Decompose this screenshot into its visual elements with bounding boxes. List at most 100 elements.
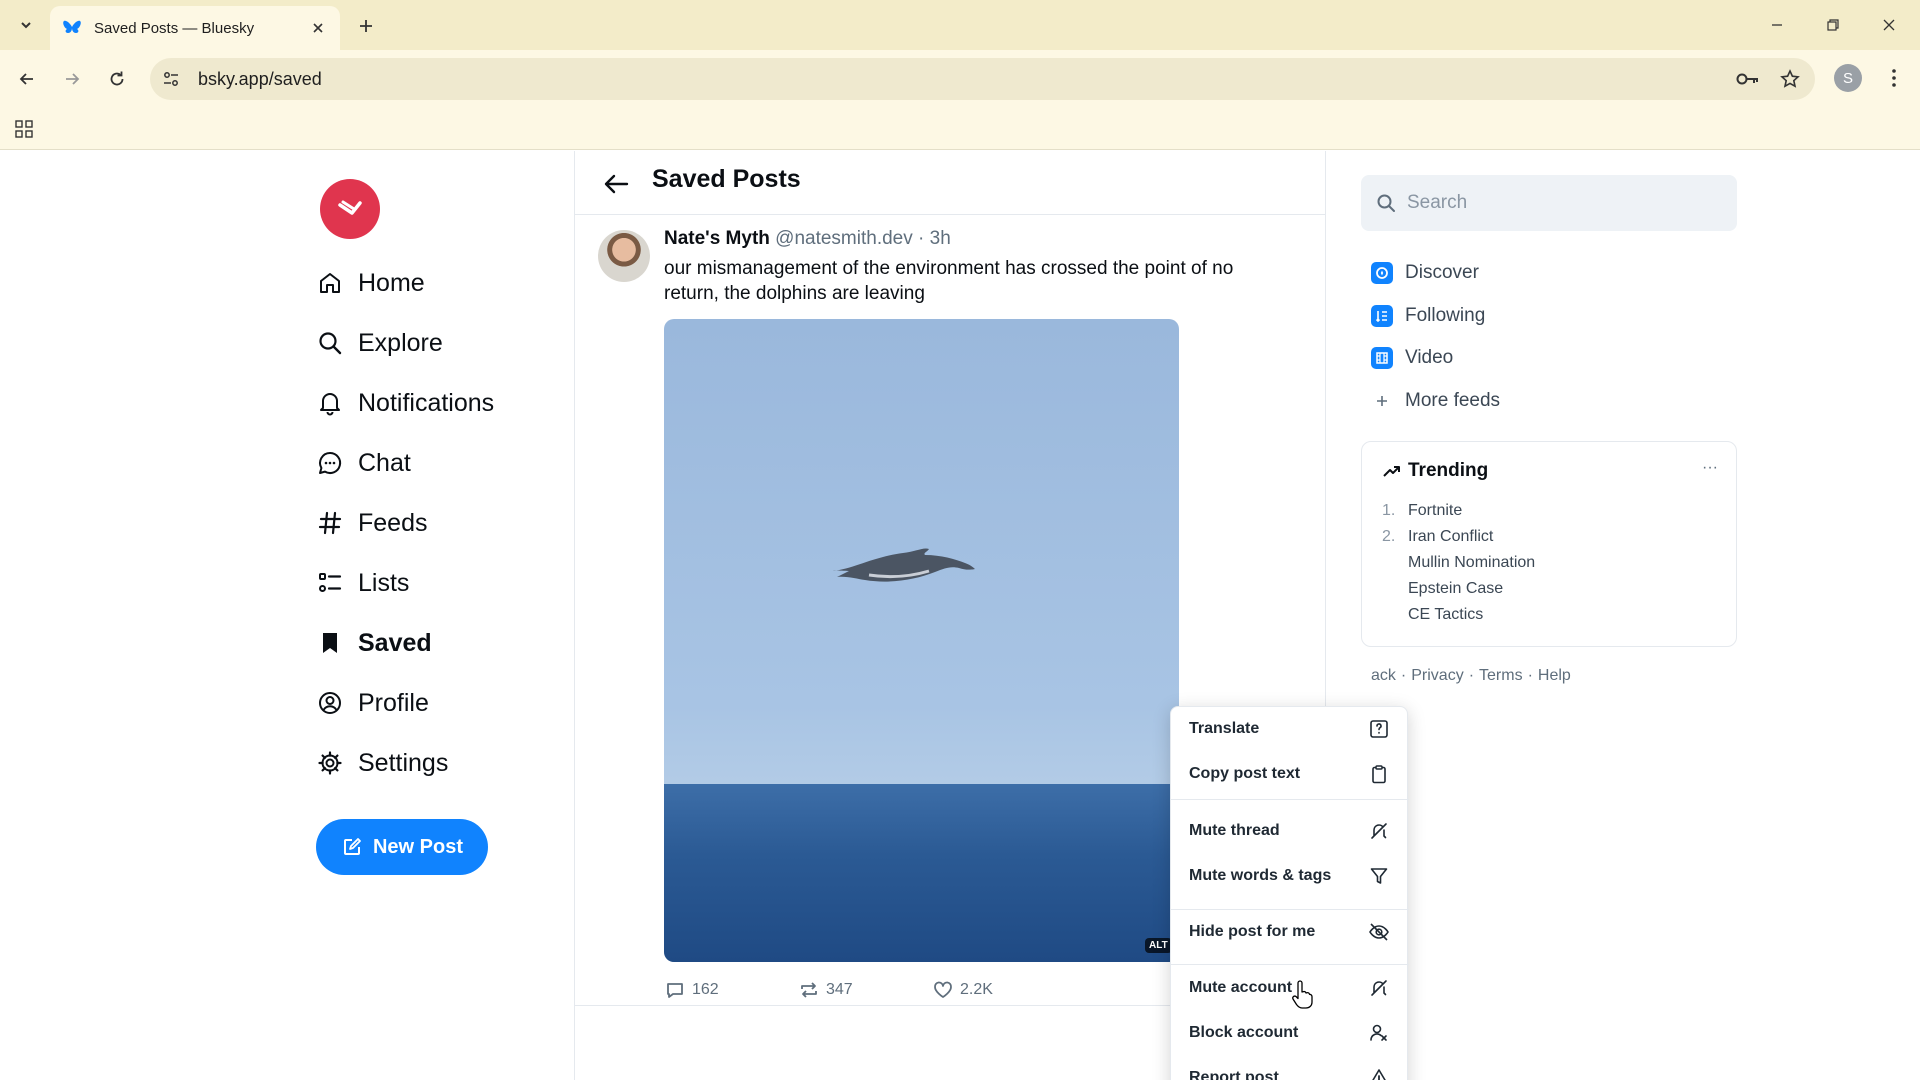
trending-title: Trending <box>1408 460 1489 481</box>
menu-item-block-account[interactable]: Block account <box>1171 1011 1409 1055</box>
feed-link-video[interactable]: Video <box>1371 343 1453 373</box>
menu-item-report-post[interactable]: Report post <box>1171 1056 1409 1080</box>
feed-link-following[interactable]: Following <box>1371 301 1485 331</box>
browser-menu-button[interactable] <box>1880 64 1908 92</box>
nav-feeds[interactable]: Feeds <box>316 503 427 543</box>
trending-item[interactable]: Epstein Case <box>1382 580 1503 598</box>
nav-label: Chat <box>358 448 411 477</box>
tab-close-icon[interactable] <box>308 18 328 38</box>
repost-icon <box>798 979 820 1001</box>
back-arrow-icon[interactable] <box>601 169 631 199</box>
footer-link-terms[interactable]: Terms <box>1479 667 1523 684</box>
trending-rank: 2. <box>1382 528 1396 545</box>
search-placeholder: Search <box>1407 192 1468 213</box>
address-bar[interactable]: bsky.app/saved <box>150 58 1815 100</box>
profile-avatar-button[interactable]: S <box>1834 64 1862 92</box>
author-name[interactable]: Nate's Myth <box>664 228 770 249</box>
menu-item-label: Hide post for me <box>1189 923 1316 940</box>
new-tab-button[interactable] <box>352 12 380 40</box>
feed-link-more-feeds[interactable]: More feeds <box>1371 386 1500 416</box>
page-title: Saved Posts <box>652 165 801 193</box>
reply-button[interactable]: 162 <box>664 976 719 1004</box>
tab-title: Saved Posts — Bluesky <box>94 19 255 37</box>
repost-button[interactable]: 347 <box>798 976 853 1004</box>
feed-label: Discover <box>1405 262 1479 283</box>
page-header: Saved Posts <box>575 151 1326 215</box>
nav-label: Feeds <box>358 508 428 537</box>
nav-chat[interactable]: Chat <box>316 443 411 483</box>
url-text[interactable]: bsky.app/saved <box>198 69 1731 90</box>
trending-topic: Epstein Case <box>1408 580 1504 597</box>
mute-account-icon <box>1367 976 1391 1000</box>
password-key-icon[interactable] <box>1731 62 1765 96</box>
browser-tab[interactable]: Saved Posts — Bluesky <box>50 6 340 50</box>
trending-item[interactable]: Mullin Nomination <box>1382 554 1535 572</box>
search-input[interactable]: Search <box>1361 175 1737 231</box>
like-button[interactable]: 2.2K <box>932 976 993 1004</box>
menu-item-mute-words[interactable]: Mute words & tags <box>1171 854 1409 898</box>
menu-item-label: Mute words & tags <box>1189 867 1332 884</box>
hashtag-icon <box>316 509 344 537</box>
feed-label: More feeds <box>1405 390 1501 411</box>
new-post-label: New Post <box>372 835 464 858</box>
hand-cursor-icon <box>1292 980 1313 1009</box>
post-text: our mismanagement of the environment has… <box>664 258 1234 304</box>
chevron-down-icon <box>21 22 31 29</box>
trending-item[interactable]: 1. Fortnite <box>1382 502 1462 520</box>
warning-icon <box>1367 1066 1391 1080</box>
trending-item[interactable]: 2. Iran Conflict <box>1382 528 1493 546</box>
site-settings-icon[interactable] <box>156 64 186 94</box>
post-image[interactable] <box>664 319 1179 962</box>
trending-options-icon[interactable]: ··· <box>1698 458 1722 478</box>
menu-item-label: Translate <box>1189 720 1260 737</box>
forward-button[interactable] <box>57 64 87 94</box>
author-avatar[interactable] <box>598 230 650 282</box>
tab-search-button[interactable] <box>12 12 40 38</box>
menu-item-label: Mute thread <box>1189 822 1280 839</box>
bookmark-star-icon[interactable] <box>1773 62 1807 96</box>
plus-icon <box>1371 390 1393 412</box>
search-icon <box>316 329 344 357</box>
apps-grid-icon[interactable] <box>12 117 36 141</box>
trending-item[interactable]: CE Tactics <box>1382 606 1483 624</box>
nav-home[interactable]: Home <box>316 263 425 303</box>
feed-link-discover[interactable]: Discover <box>1371 258 1479 288</box>
nav-notifications[interactable]: Notifications <box>316 383 494 423</box>
alt-text-badge[interactable]: ALT <box>1145 938 1172 953</box>
footer-link-privacy[interactable]: Privacy <box>1411 667 1463 684</box>
menu-item-translate[interactable]: Translate <box>1171 707 1409 751</box>
footer-link-feedback[interactable]: ack <box>1371 667 1396 684</box>
repost-count: 347 <box>826 981 853 998</box>
minimize-button[interactable] <box>1762 10 1792 40</box>
back-button[interactable] <box>12 64 42 94</box>
nav-explore[interactable]: Explore <box>316 323 443 363</box>
discover-icon <box>1371 262 1393 284</box>
ocean-area <box>664 784 1179 962</box>
search-icon <box>1375 192 1397 214</box>
nav-profile[interactable]: Profile <box>316 683 429 723</box>
nav-lists[interactable]: Lists <box>316 563 409 603</box>
menu-item-mute-thread[interactable]: Mute thread <box>1171 809 1409 853</box>
eye-slash-icon <box>1367 920 1391 944</box>
kebab-menu-icon <box>1892 69 1896 87</box>
menu-divider <box>1171 964 1409 965</box>
footer-link-help[interactable]: Help <box>1538 667 1571 684</box>
nav-saved[interactable]: Saved <box>316 623 432 663</box>
post-options-menu: Translate Copy post text Mute thread Mut… <box>1170 706 1409 1080</box>
menu-item-copy-text[interactable]: Copy post text <box>1171 752 1409 796</box>
close-window-button[interactable] <box>1874 10 1904 40</box>
nav-settings[interactable]: Settings <box>316 743 448 783</box>
user-avatar-logo[interactable] <box>320 179 380 239</box>
list-icon <box>316 569 344 597</box>
new-post-button[interactable]: New Post <box>316 819 488 875</box>
menu-divider <box>1171 799 1409 800</box>
like-count: 2.2K <box>960 981 993 998</box>
reload-button[interactable] <box>102 64 132 94</box>
author-handle[interactable]: @natesmith.dev <box>775 228 913 249</box>
right-sidebar: Search Discover Following Video More fee… <box>1326 151 1920 1080</box>
restore-button[interactable] <box>1818 10 1848 40</box>
post-header: Nate's Myth @natesmith.dev · 3h <box>664 228 951 250</box>
reload-icon <box>110 71 124 86</box>
menu-item-hide-post[interactable]: Hide post for me <box>1171 910 1409 954</box>
nav-label: Explore <box>358 328 443 357</box>
